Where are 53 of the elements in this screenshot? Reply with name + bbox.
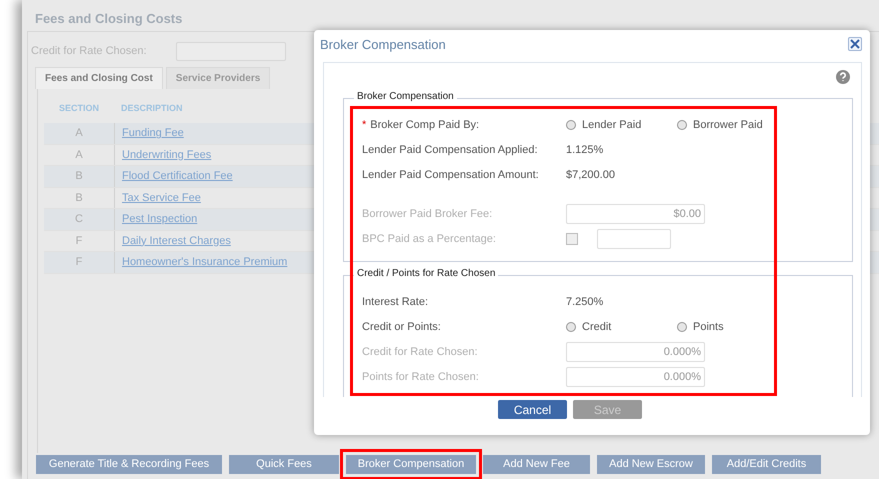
field-label: Broker Comp Paid By: [370, 118, 480, 130]
fee-link[interactable]: Daily Interest Charges [122, 234, 231, 247]
radio-button[interactable] [566, 322, 576, 332]
field-label: Lender Paid Compensation Applied: [362, 144, 539, 156]
tab[interactable]: Service Providers [166, 67, 270, 89]
fee-link[interactable]: Funding Fee [122, 127, 184, 140]
table-cell: B [44, 166, 115, 186]
action-button[interactable]: Generate Title & Recording Fees [36, 455, 222, 474]
table-cell: F [44, 230, 115, 251]
field-label: Points for Rate Chosen: [362, 370, 480, 382]
fee-link[interactable]: Underwriting Fees [122, 148, 212, 161]
field-label: BPC Paid as a Percentage: [362, 232, 497, 244]
field-value: 7.250% [566, 296, 604, 308]
help-icon[interactable] [836, 70, 850, 84]
column-header: SECTION [58, 103, 100, 115]
field-label: Credit for Rate Chosen: [362, 346, 479, 358]
field-label: Interest Rate: [362, 296, 430, 308]
fee-link[interactable]: Flood Certification Fee [122, 170, 233, 182]
dialog-title: Broker Compensation [320, 36, 446, 52]
action-button[interactable]: Quick Fees [229, 455, 339, 474]
required-mark: * [362, 118, 366, 130]
radio-button[interactable] [566, 120, 576, 130]
action-button[interactable]: Add New Escrow [597, 455, 705, 474]
radio-button[interactable] [677, 120, 687, 130]
field-label: Lender Paid Compensation Amount: [362, 168, 540, 180]
action-button[interactable]: Add/Edit Credits [712, 455, 821, 474]
fieldset-legend: Credit / Points for Rate Chosen [354, 268, 498, 279]
close-icon[interactable] [848, 37, 862, 51]
field-label: Borrower Paid Broker Fee: [362, 208, 494, 220]
action-button[interactable]: Broker Compensation [346, 455, 476, 474]
tab[interactable]: Fees and Closing Cost [35, 67, 163, 89]
radio-button[interactable] [677, 322, 687, 332]
fee-link[interactable]: Homeowner's Insurance Premium [122, 256, 288, 268]
column-header: DESCRIPTION [120, 103, 183, 115]
fee-link[interactable]: Pest Inspection [122, 213, 198, 226]
field-value: 1.125% [566, 144, 604, 156]
input-field[interactable] [597, 228, 671, 248]
radio-label[interactable]: Lender Paid [582, 118, 642, 130]
field-value: $7,200.00 [566, 168, 615, 180]
fieldset-legend: Broker Compensation [354, 91, 457, 102]
table-cell: A [44, 144, 115, 165]
field-label: Credit or Points: [362, 320, 441, 332]
action-button[interactable]: Add New Fee [483, 455, 590, 474]
fee-link[interactable]: Tax Service Fee [122, 192, 201, 204]
radio-label[interactable]: Borrower Paid [693, 118, 763, 130]
dialog-button[interactable]: Cancel [498, 400, 567, 419]
page-title: Fees and Closing Costs [34, 10, 184, 28]
table-cell: B [44, 188, 115, 208]
table-cell: C [44, 209, 115, 230]
radio-label[interactable]: Credit [582, 320, 612, 332]
table-cell: F [44, 252, 115, 272]
table-cell: A [44, 123, 115, 144]
radio-label[interactable]: Points [693, 320, 724, 332]
